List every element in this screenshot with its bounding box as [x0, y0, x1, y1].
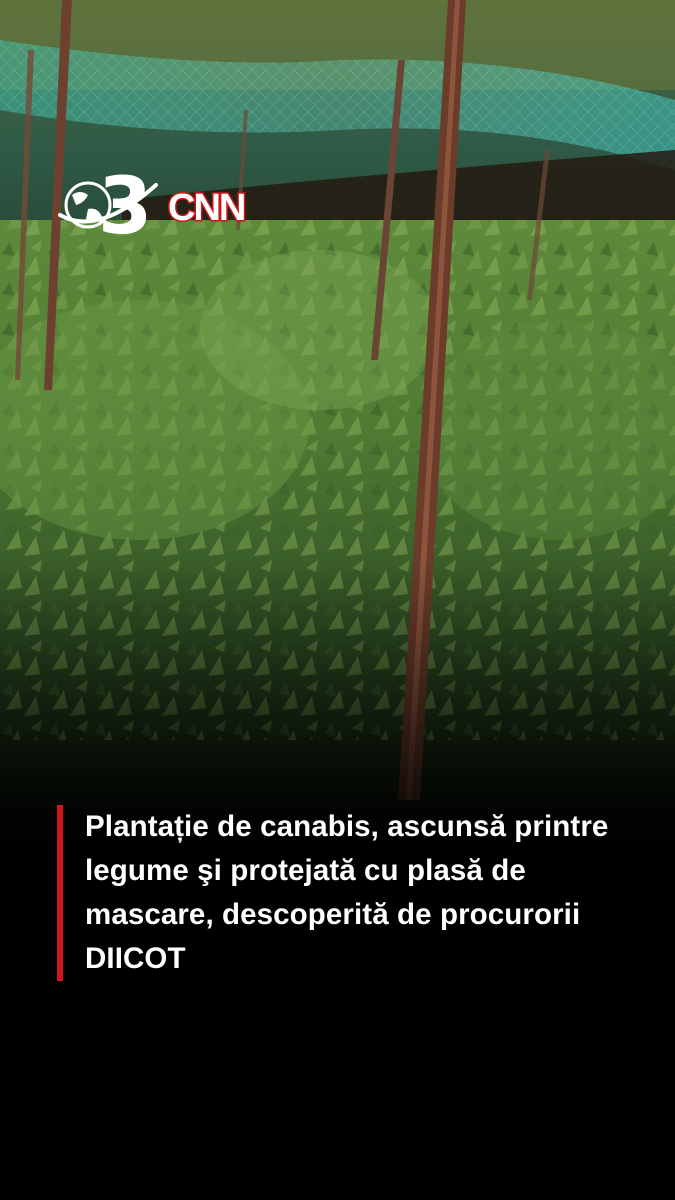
news-caption: Plantație de canabis, ascunsă printre le…: [57, 805, 652, 981]
antena3-cnn-logo: 3 CNN: [58, 165, 248, 245]
caption-headline: Plantație de canabis, ascunsă printre le…: [85, 810, 609, 975]
channel-number: 3: [98, 165, 152, 245]
cnn-wordmark: CNN: [168, 187, 244, 229]
video-frame[interactable]: 3 CNN Plantație de canabis, ascunsă prin…: [0, 0, 675, 1200]
